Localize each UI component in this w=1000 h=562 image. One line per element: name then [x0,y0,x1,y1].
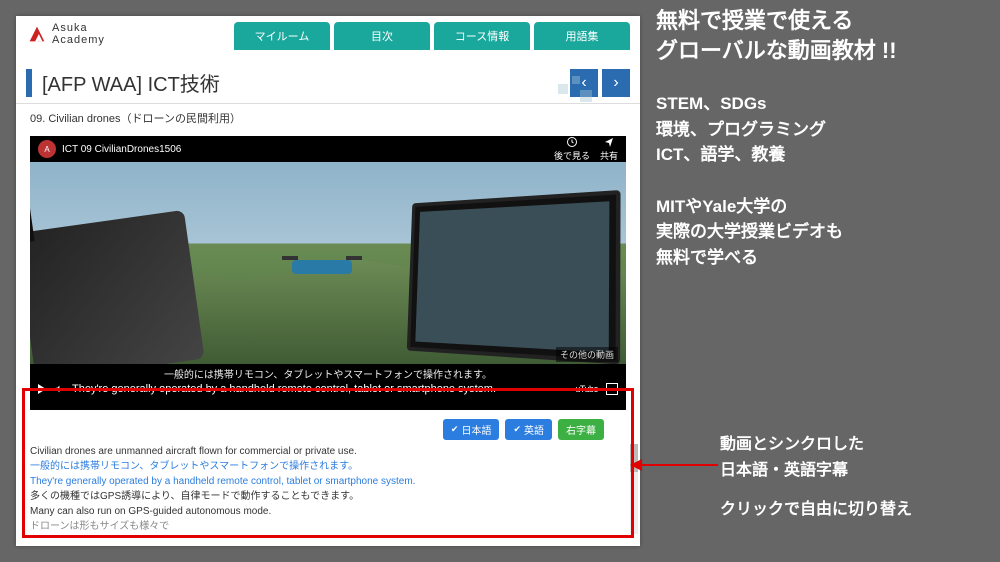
lang-en-button[interactable]: ✔英語 [505,419,552,440]
clock-icon [566,136,578,148]
caption-jp-overlay: 一般的には携帯リモコン、タブレットやスマートフォンで操作されます。 [38,366,618,381]
drone-graphic [292,260,352,274]
annotation-arrowhead-icon [630,459,642,471]
page-title: [AFP WAA] ICT技術 [42,68,570,97]
transcript-line[interactable]: ドローンは形もサイズも様々で [30,519,626,534]
tablet-graphic [407,190,621,364]
app-window: Asuka Academy マイルーム 目次 コース情報 用語集 [AFP WA… [16,16,640,546]
annotation-arrow [636,464,718,466]
fullscreen-button[interactable] [606,383,618,395]
check-icon: ✔ [513,424,521,435]
transcript-line[interactable]: 一般的には携帯リモコン、タブレットやスマートフォンで操作されます。 [30,459,626,474]
other-videos-label[interactable]: その他の動画 [556,347,618,362]
video-frame [30,162,626,366]
tab-myroom[interactable]: マイルーム [234,22,330,50]
video-player[interactable]: A ICT 09 CivilianDrones1506 後で見る 共有 [30,136,626,410]
header: Asuka Academy マイルーム 目次 コース情報 用語集 [16,16,640,64]
title-row: [AFP WAA] ICT技術 ‹ › [16,64,640,104]
annotation-caption: 動画とシンクロした 日本語・英語字幕 クリックで自由に切り替え [720,432,912,523]
share-icon [603,136,615,148]
controller-graphic [30,210,205,366]
nav-tabs: マイルーム 目次 コース情報 用語集 [234,22,630,50]
tab-toc[interactable]: 目次 [334,22,430,50]
logo[interactable]: Asuka Academy [26,22,105,46]
promo-heading: 無料で授業で使える グローバルな動画教材 !! [656,6,990,65]
subtitle-position-button[interactable]: 右字幕 [558,419,604,440]
share-button[interactable]: 共有 [600,136,618,162]
volume-icon[interactable] [54,384,64,394]
check-icon: ✔ [451,424,459,435]
lesson-subtitle: 09. Civilian drones（ドローンの民間利用） [16,104,640,130]
tab-glossary[interactable]: 用語集 [534,22,630,50]
transcript-line[interactable]: 多くの機種ではGPS誘導により、自律モードで動作することもできます。 [30,489,626,504]
transcript-line[interactable]: They're generally operated by a handheld… [30,474,626,489]
transcript-line[interactable]: Many can also run on GPS-guided autonomo… [30,504,626,519]
decorative-squares [558,76,598,106]
video-title: ICT 09 CivilianDrones1506 [62,144,181,155]
play-button[interactable] [38,384,46,394]
caption-en-overlay: They're generally operated by a handheld… [72,383,567,395]
promo-universities: MITやYale大学の 実際の大学授業ビデオも 無料で学べる [656,194,990,271]
youtube-brand: uTube [575,384,598,394]
transcript-panel[interactable]: Civilian drones are unmanned aircraft fl… [30,444,626,534]
watch-later-button[interactable]: 後で見る [554,136,590,162]
promo-topics: STEM、SDGs 環境、プログラミング ICT、語学、教養 [656,91,990,168]
title-accent [26,69,32,97]
promo-side-panel: 無料で授業で使える グローバルな動画教材 !! STEM、SDGs 環境、プログ… [656,6,990,270]
transcript-line[interactable]: Civilian drones are unmanned aircraft fl… [30,444,626,459]
logo-text: Asuka Academy [52,22,105,46]
logo-icon [26,23,48,45]
next-button[interactable]: › [602,69,630,97]
video-topbar: A ICT 09 CivilianDrones1506 後で見る 共有 [30,136,626,162]
channel-avatar-icon[interactable]: A [38,140,56,158]
video-controls: 一般的には携帯リモコン、タブレットやスマートフォンで操作されます。 They'r… [30,364,626,410]
subtitle-lang-buttons: ✔日本語 ✔英語 右字幕 [443,419,604,440]
transcript-scrollbar[interactable] [630,444,638,534]
tab-courseinfo[interactable]: コース情報 [434,22,530,50]
lang-jp-button[interactable]: ✔日本語 [443,419,500,440]
